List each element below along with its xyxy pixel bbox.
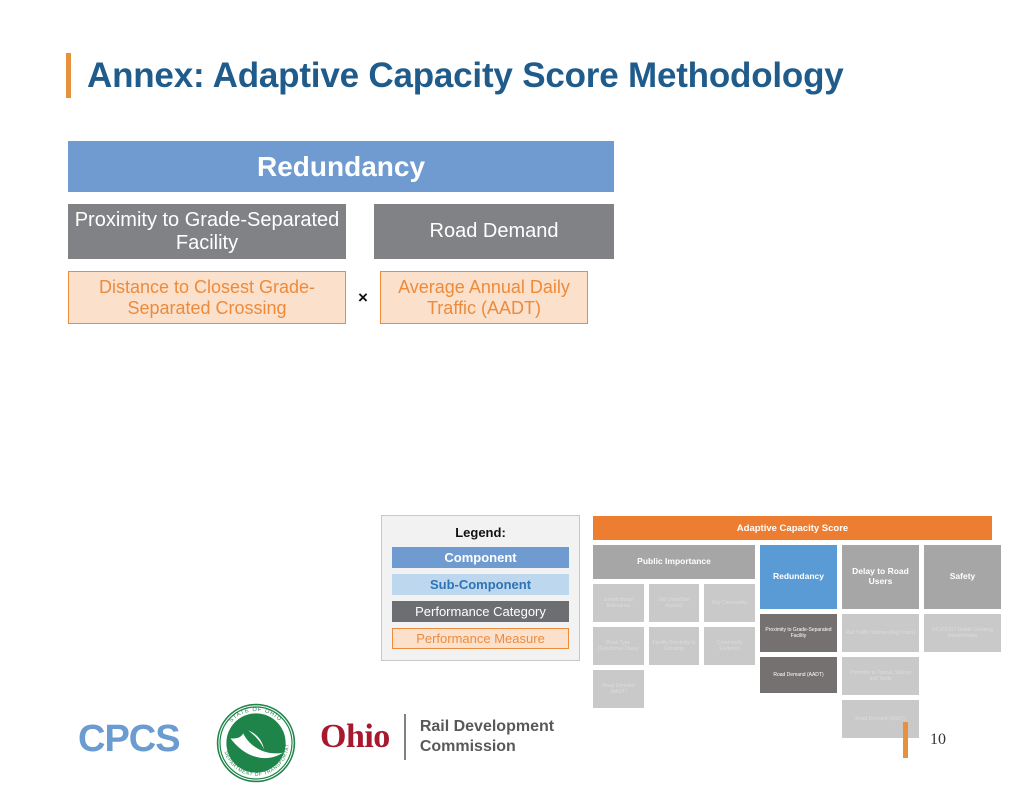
ordc-ohio-wordmark: Ohio	[320, 718, 390, 755]
multiply-operator: ×	[358, 287, 368, 307]
page-number-accent-bar	[903, 722, 908, 758]
legend-item-sub-component: Sub-Component	[392, 574, 569, 595]
performance-category-proximity: Proximity to Grade-Separated Facility	[68, 204, 346, 259]
overview-heading-public-importance: Public Importance	[593, 545, 755, 579]
page-title-text: Annex: Adaptive Capacity Score Methodolo…	[87, 56, 844, 95]
performance-measure-aadt: Average Annual Daily Traffic (AADT)	[380, 271, 588, 324]
overview-heading-delay-to-road-users: Delay to Road Users	[842, 545, 919, 609]
ohio-rail-development-commission-logo: Ohio Rail Development Commission	[320, 714, 554, 760]
page-title: Annex: Adaptive Capacity Score Methodolo…	[66, 53, 844, 98]
legend-item-performance-measure: Performance Measure	[392, 628, 569, 649]
cpcs-logo: CPCS	[78, 718, 181, 760]
overview-heading-redundancy: Redundancy	[760, 545, 837, 609]
ordc-name-lines: Rail Development Commission	[420, 717, 554, 757]
legend-panel: Legend: Component Sub-Component Performa…	[381, 515, 580, 661]
overview-cell: Road Type (Functional Class)	[593, 627, 644, 665]
overview-cell: Facility Proximity to Crossing	[648, 627, 700, 665]
adaptive-capacity-hierarchy: Redundancy Proximity to Grade-Separated …	[68, 141, 614, 324]
performance-measure-row: Distance to Closest Grade-Separated Cros…	[68, 271, 614, 324]
legend-title: Legend:	[455, 525, 506, 540]
ordc-divider	[403, 714, 406, 760]
overview-cell: Road Demand (AADT)	[760, 657, 837, 693]
overview-header-adaptive-capacity-score: Adaptive Capacity Score	[593, 516, 992, 540]
overview-cell-row: Road Type (Functional Class) Facility Pr…	[593, 627, 756, 665]
performance-measure-distance: Distance to Closest Grade-Separated Cros…	[68, 271, 346, 324]
ordc-line-2: Commission	[419, 738, 516, 755]
page-number: 10	[930, 731, 946, 748]
odot-seal-logo: STATE OF OHIO DEPARTMENT OF TRANSPORTATI…	[216, 703, 296, 783]
overview-cell: Proximity to Grade-Separated Facility	[760, 614, 837, 652]
overview-cell-row: Jurisdictional Relevance Job (Jobs/Site …	[593, 584, 756, 622]
overview-cell: Job (Jobs/Site Access)	[648, 584, 700, 622]
overview-heading-safety: Safety	[924, 545, 1001, 609]
footer-logos: CPCS STATE OF OHIO DEPARTMENT OF TRANSPO…	[0, 700, 1024, 791]
ordc-line-1: Rail Development	[419, 718, 555, 735]
title-accent-bar	[66, 53, 71, 98]
overview-cell: Jurisdictional Relevance	[593, 584, 644, 622]
performance-category-road-demand: Road Demand	[374, 204, 614, 259]
page-number-group: 10	[903, 722, 946, 758]
legend-item-component: Component	[392, 547, 569, 568]
overview-cell: Proximity to Transit, Sidings and Yards	[842, 657, 919, 695]
overview-cell: Key Commodity	[704, 584, 756, 622]
overview-cell: Rail Traffic Volume (Avg Trains)	[842, 614, 919, 652]
component-box-redundancy: Redundancy	[68, 141, 614, 192]
overview-cell: Community Evidence	[704, 627, 756, 665]
performance-category-row: Proximity to Grade-Separated Facility Ro…	[68, 204, 614, 259]
legend-item-performance-category: Performance Category	[392, 601, 569, 622]
overview-cell: RIC/ODOT Grade Crossing Hazard Index	[924, 614, 1001, 652]
